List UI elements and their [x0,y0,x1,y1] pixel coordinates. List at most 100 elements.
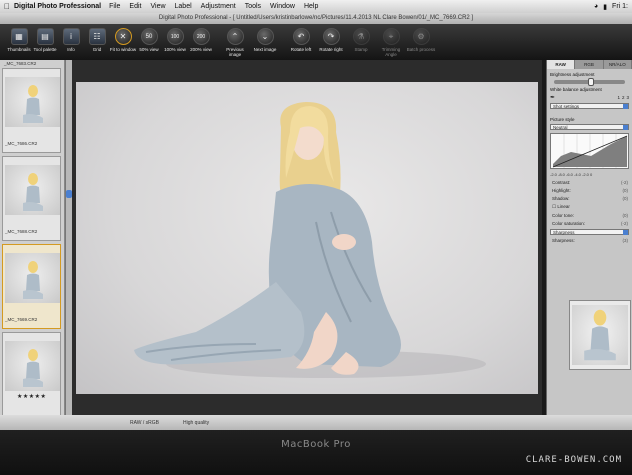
menu-window[interactable]: Window [270,3,295,10]
previous-image-button[interactable]: ⌃ Previous image [220,24,250,60]
laptop-bezel [0,430,632,475]
filmstrip-scrollbar[interactable] [65,60,72,415]
next-image-button[interactable]: ⌄ Next image [250,24,280,60]
tool-palette-icon: ▤ [36,28,54,45]
view-200-button[interactable]: 200 200% view [188,24,214,60]
param-row[interactable]: Color saturation: (-2) [552,221,628,226]
wb-preset-1[interactable]: 1 [617,95,620,100]
navigator-preview[interactable] [569,300,631,370]
status-file-type: RAW / sRGB [130,419,159,426]
zoom-100-icon: 100 [166,28,184,45]
param-row[interactable]: Contrast: (-2) [552,180,628,185]
curve-scale: -2.0 -8.0 -6.0 -4.0 -2.0 0 [550,172,593,177]
slider-handle[interactable] [588,78,594,86]
chevron-up-icon: ⌃ [226,28,244,45]
white-balance-select[interactable]: Shot settings [550,103,629,109]
eyedropper-icon[interactable]: ✒ [550,94,555,101]
apple-menu-icon[interactable]:  [0,2,14,11]
rotate-left-button[interactable]: ↶ Rotate left [286,24,316,60]
menu-bar:  Digital Photo Professional File Edit V… [0,0,632,13]
checkbox-icon[interactable]: ☐ [552,204,556,209]
thumbnails-button[interactable]: ▦ Thumbnails [6,24,32,60]
rotate-left-icon: ↶ [292,28,310,45]
grid-button[interactable]: ☷ Grid [84,24,110,60]
trimming-angle-button[interactable]: ⌖ Trimming Angle [376,24,406,60]
thumbnail-item[interactable]: ★★★★★ [2,332,61,415]
fit-to-window-icon: ✕ [114,28,132,45]
linear-checkbox[interactable]: ☐ Linear [552,204,628,210]
portrait-figure-icon [23,85,43,123]
portrait-figure-icon [23,261,43,299]
picture-style-section: Picture style Neutral [550,117,629,130]
sharpness-select[interactable]: Sharpness [550,229,629,235]
tone-curve-graph[interactable] [550,133,629,169]
thumbnail-item[interactable]: _MC_7688.CR2 [2,156,61,241]
thumbnail-item-selected[interactable]: _MC_7669.CR2 [2,244,61,329]
preview-figure-icon [584,309,616,361]
info-button[interactable]: i Info [58,24,84,60]
device-label: MacBook Pro [281,439,351,450]
battery-icon[interactable]: ▮ [603,3,607,11]
white-balance-label: White balance adjustment [550,87,602,92]
thumbnail-photo [5,165,60,215]
status-bar: RAW / sRGB High quality [0,415,632,430]
laptop-screen:  Digital Photo Professional File Edit V… [0,0,632,430]
status-quality: High quality [182,419,210,426]
tool-palette-button[interactable]: ▤ Tool palette [32,24,58,60]
menubar-clock[interactable]: Fri 1: [612,3,628,10]
thumbnail-filmstrip[interactable]: _MC_7683.CR2 _MC_7686.CR2 _MC_7688.CR2 _… [0,60,65,415]
brightness-label: Brightness adjustment [550,72,595,77]
batch-process-button[interactable]: ⚙ Batch process [406,24,436,60]
thumbnail-photo [5,77,60,127]
window-title: Digital Photo Professional - [ Untitled/… [0,13,632,24]
tab-nr-alo[interactable]: NR/ALO [604,60,632,69]
param-row[interactable]: Highlight: (0) [552,188,628,193]
menu-tools[interactable]: Tools [245,3,261,10]
view-50-button[interactable]: 50 50% view [136,24,162,60]
thumbnail-caption: _MC_7669.CR2 [5,317,38,322]
stamp-button[interactable]: ⚗ Stamp [346,24,376,60]
rotate-right-icon: ↷ [322,28,340,45]
batch-icon: ⚙ [412,28,430,45]
tab-raw[interactable]: RAW [547,60,576,69]
view-100-button[interactable]: 100 100% view [162,24,188,60]
picture-style-label: Picture style [550,117,575,122]
thumbnail-caption-top: _MC_7683.CR2 [4,61,37,66]
portrait-figure-icon [23,173,43,211]
sharpness-row[interactable]: Sharpness: (3) [552,238,628,243]
image-viewer[interactable] [72,60,542,415]
picture-style-select[interactable]: Neutral [550,124,629,130]
param-row[interactable]: Color tone: (0) [552,213,628,218]
crop-icon: ⌖ [382,28,400,45]
tab-rgb[interactable]: RGB [575,60,604,69]
thumbnail-item[interactable]: _MC_7686.CR2 [2,68,61,153]
main-photo [76,82,538,394]
portrait-photo-illustration [134,102,486,378]
tone-curve-icon [552,134,628,168]
app-menu[interactable]: Digital Photo Professional [14,3,101,10]
tool-palette-panel: RAW RGB NR/ALO Brightness adjustment Whi… [546,60,632,415]
menu-adjustment[interactable]: Adjustment [201,3,236,10]
wb-preset-3[interactable]: 3 [626,95,629,100]
thumbnail-photo [5,253,60,303]
param-row[interactable]: Shadow: (0) [552,196,628,201]
menu-file[interactable]: File [109,3,120,10]
menu-edit[interactable]: Edit [129,3,141,10]
watermark: CLARE-BOWEN.COM [525,455,622,465]
rating-stars[interactable]: ★★★★★ [17,393,46,400]
menu-help[interactable]: Help [304,3,318,10]
brightness-slider[interactable] [554,78,625,86]
zoom-200-icon: 200 [192,28,210,45]
fit-to-window-button[interactable]: ✕ Fit to window [110,24,136,60]
info-icon: i [62,28,80,45]
rotate-right-button[interactable]: ↷ Rotate right [316,24,346,60]
menu-label[interactable]: Label [175,3,192,10]
menu-view[interactable]: View [150,3,165,10]
thumbnail-photo [5,341,60,391]
wifi-icon[interactable]: ◕ [594,3,598,10]
zoom-50-icon: 50 [140,28,158,45]
brightness-section: Brightness adjustment [550,72,629,86]
wb-preset-2[interactable]: 2 [622,95,625,100]
main-toolbar: ▦ Thumbnails ▤ Tool palette i Info ☷ Gri… [0,24,632,60]
grid-icon: ☷ [88,28,106,45]
